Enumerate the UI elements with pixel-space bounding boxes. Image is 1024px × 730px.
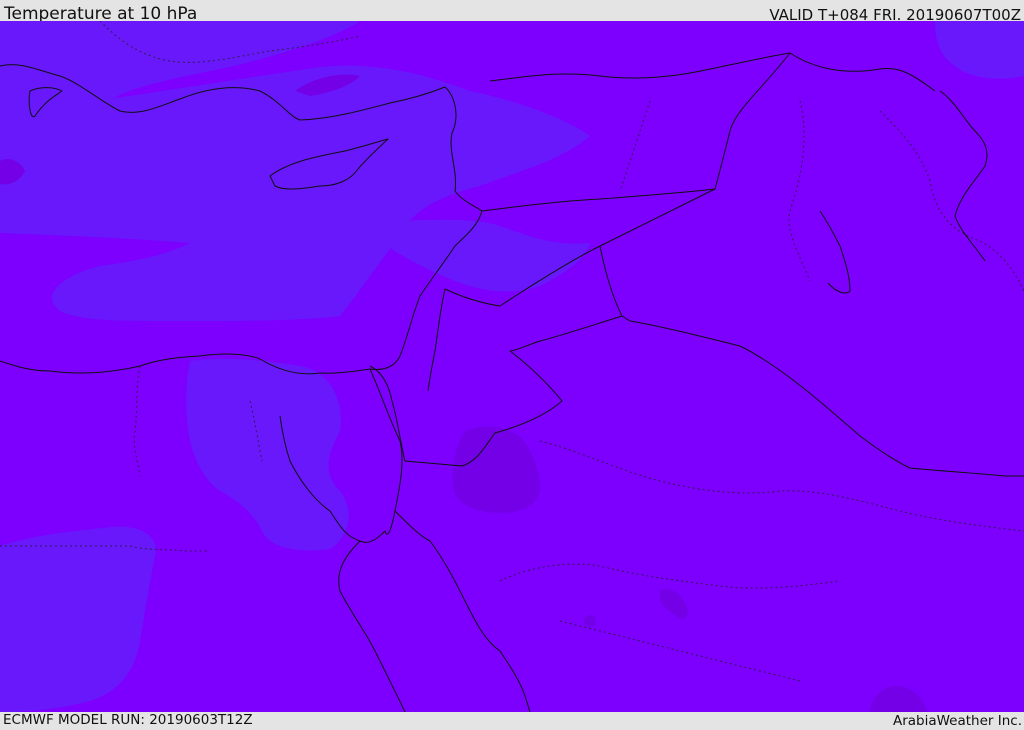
map-canvas	[0, 21, 1024, 712]
warm-zone-small	[584, 615, 596, 627]
credit-label: ArabiaWeather Inc.	[892, 713, 1022, 729]
footer-bar: ECMWF MODEL RUN: 20190603T12Z ArabiaWeat…	[0, 712, 1024, 729]
model-run-label: ECMWF MODEL RUN: 20190603T12Z	[3, 712, 253, 728]
header-bar: Temperature at 10 hPa VALID T+084 FRI. 2…	[0, 0, 1024, 24]
weather-map[interactable]	[0, 21, 1024, 712]
